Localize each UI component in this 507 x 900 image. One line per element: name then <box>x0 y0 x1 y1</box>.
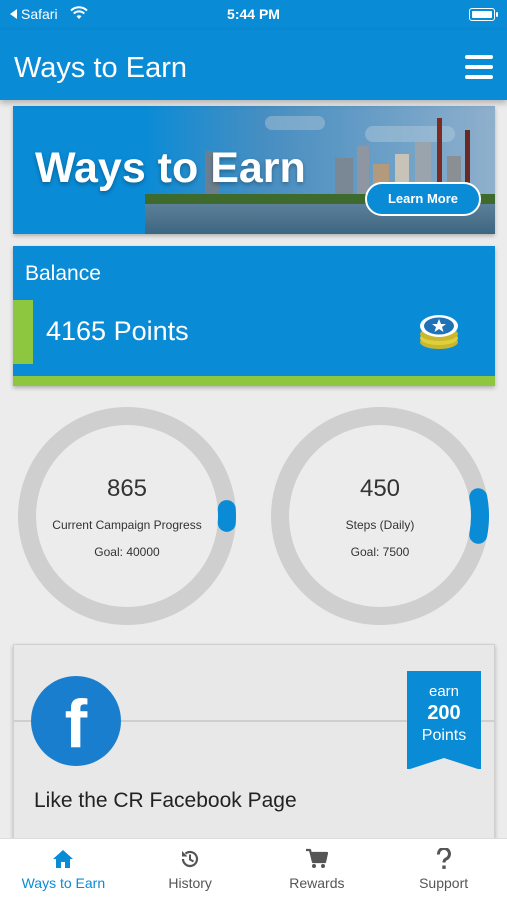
tab-label: History <box>168 875 212 891</box>
steps-progress-ring: 450 Steps (Daily) Goal: 7500 <box>269 405 491 627</box>
steps-value: 450 <box>359 475 401 502</box>
history-icon <box>182 850 199 868</box>
tab-history[interactable]: History <box>127 839 254 900</box>
home-icon <box>53 850 74 868</box>
tab-label: Rewards <box>289 875 345 891</box>
campaign-progress-ring: 865 Current Campaign Progress Goal: 4000… <box>16 405 238 627</box>
clock: 5:44 PM <box>227 6 280 22</box>
balance-accent-bar <box>13 300 33 364</box>
balance-bottom-bar <box>13 376 495 386</box>
balance-label: Balance <box>25 262 101 285</box>
ring-track <box>18 407 236 625</box>
tab-ways-to-earn[interactable]: Ways to Earn <box>0 839 127 900</box>
balance-card: Balance 4165 Points <box>13 246 495 386</box>
progress-ring-graphic <box>271 407 489 625</box>
ribbon-earn-label: earn <box>428 683 460 700</box>
tab-label: Support <box>419 875 469 891</box>
campaign-progress-value: 865 <box>106 475 148 502</box>
banner-title: Ways to Earn <box>35 144 306 192</box>
tab-rewards[interactable]: Rewards <box>254 839 381 900</box>
bottom-tab-bar: Ways to Earn History Rewards Support <box>0 838 507 900</box>
facebook-icon: f <box>31 676 121 766</box>
progress-ring-graphic <box>18 407 236 625</box>
status-bar: Safari 5:44 PM <box>0 0 507 30</box>
ribbon-points-unit: Points <box>421 727 467 744</box>
earn-points-ribbon: earn 200 Points <box>407 671 481 770</box>
tab-support[interactable]: Support <box>380 839 507 900</box>
steps-goal: Goal: 7500 <box>350 545 410 559</box>
app-header: Ways to Earn <box>0 30 507 100</box>
balance-points: 4165 Points <box>46 316 189 346</box>
question-icon <box>436 848 451 869</box>
learn-more-button[interactable]: Learn More <box>365 182 481 216</box>
hamburger-menu-icon[interactable] <box>465 55 493 79</box>
offer-title: Like the CR Facebook Page <box>34 789 297 812</box>
page-title: Ways to Earn <box>14 52 187 84</box>
main-content[interactable]: Ways to Earn Learn More Balance 4165 Poi… <box>0 100 507 838</box>
ribbon-points-amount: 200 <box>427 702 461 724</box>
promo-banner: Ways to Earn Learn More <box>13 106 495 234</box>
campaign-progress-caption: Current Campaign Progress <box>52 518 202 532</box>
steps-caption: Steps (Daily) <box>345 518 415 532</box>
battery-icon <box>469 8 498 21</box>
ring-track <box>271 407 489 625</box>
coins-icon <box>420 315 458 349</box>
tab-label: Ways to Earn <box>21 875 106 891</box>
ring-progress-arc <box>271 407 489 625</box>
facebook-offer-card[interactable]: f earn 200 Points Like the CR Facebook P… <box>13 644 495 838</box>
campaign-progress-goal: Goal: 40000 <box>94 545 160 559</box>
cart-icon <box>305 848 328 868</box>
